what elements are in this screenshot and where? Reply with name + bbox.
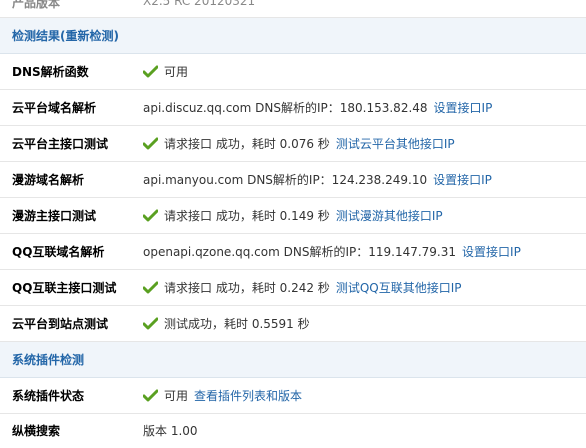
product-version-value: X2.5 RC 20120321 <box>143 0 256 8</box>
row-cloud-to-site: 云平台到站点测试 测试成功，耗时 0.5591 秒 <box>0 306 586 342</box>
row-label: 云平台域名解析 <box>12 101 97 115</box>
row-label: 漫游域名解析 <box>12 173 85 187</box>
row-label: 云平台主接口测试 <box>12 137 109 151</box>
check-icon <box>143 389 158 402</box>
row-label: 漫游主接口测试 <box>12 209 97 223</box>
set-interface-ip-link[interactable]: 设置接口IP <box>433 171 492 188</box>
row-value: 请求接口 成功，耗时 0.149 秒 <box>164 209 330 223</box>
row-label: DNS解析函数 <box>12 65 89 79</box>
check-icon <box>143 209 158 222</box>
row-value: 版本 1.00 <box>143 423 198 438</box>
section-title-plugins: 系统插件检测 <box>12 353 85 367</box>
row-label: QQ互联主接口测试 <box>12 281 117 295</box>
row-value: 可用 <box>164 389 189 403</box>
row-label: QQ互联域名解析 <box>12 245 105 259</box>
test-cloud-other-ip-link[interactable]: 测试云平台其他接口IP <box>336 135 455 152</box>
check-icon <box>143 281 158 294</box>
row-label: 云平台到站点测试 <box>12 317 109 331</box>
section-title-results[interactable]: 检测结果(重新检测) <box>12 27 119 44</box>
row-plugin-status: 系统插件状态 可用 查看插件列表和版本 <box>0 378 586 414</box>
row-value: openapi.qzone.qq.com DNS解析的IP：119.147.79… <box>143 245 457 259</box>
row-value: api.manyou.com DNS解析的IP：124.238.249.10 <box>143 173 428 187</box>
row-value: 请求接口 成功，耗时 0.242 秒 <box>164 281 330 295</box>
row-label: 系统插件状态 <box>12 389 85 403</box>
set-interface-ip-link[interactable]: 设置接口IP <box>462 243 521 260</box>
product-version-row: 产品版本 X2.5 RC 20120321 <box>0 0 586 18</box>
row-label: 纵横搜索 <box>12 423 61 438</box>
row-cloud-domain: 云平台域名解析 api.discuz.qq.com DNS解析的IP：180.1… <box>0 90 586 126</box>
row-qq-domain: QQ互联域名解析 openapi.qzone.qq.com DNS解析的IP：1… <box>0 234 586 270</box>
check-icon <box>143 65 158 78</box>
view-plugin-list-link[interactable]: 查看插件列表和版本 <box>194 387 302 404</box>
check-icon <box>143 317 158 330</box>
row-value: 可用 <box>164 65 189 79</box>
set-interface-ip-link[interactable]: 设置接口IP <box>434 99 493 116</box>
section-header-results: 检测结果(重新检测) <box>0 18 586 54</box>
row-manyou-interface: 漫游主接口测试 请求接口 成功，耗时 0.149 秒 测试漫游其他接口IP <box>0 198 586 234</box>
row-cloud-interface: 云平台主接口测试 请求接口 成功，耗时 0.076 秒 测试云平台其他接口IP <box>0 126 586 162</box>
row-value: 测试成功，耗时 0.5591 秒 <box>164 317 310 331</box>
row-qq-interface: QQ互联主接口测试 请求接口 成功，耗时 0.242 秒 测试QQ互联其他接口I… <box>0 270 586 306</box>
test-manyou-other-ip-link[interactable]: 测试漫游其他接口IP <box>336 207 443 224</box>
row-value: 请求接口 成功，耗时 0.076 秒 <box>164 137 330 151</box>
row-manyou-domain: 漫游域名解析 api.manyou.com DNS解析的IP：124.238.2… <box>0 162 586 198</box>
section-header-plugins: 系统插件检测 <box>0 342 586 378</box>
row-search-version: 纵横搜索 版本 1.00 <box>0 412 586 448</box>
test-qq-other-ip-link[interactable]: 测试QQ互联其他接口IP <box>336 279 462 296</box>
row-value: api.discuz.qq.com DNS解析的IP：180.153.82.48 <box>143 101 428 115</box>
check-icon <box>143 137 158 150</box>
row-dns-function: DNS解析函数 可用 <box>0 54 586 90</box>
product-version-label: 产品版本 <box>12 0 61 10</box>
